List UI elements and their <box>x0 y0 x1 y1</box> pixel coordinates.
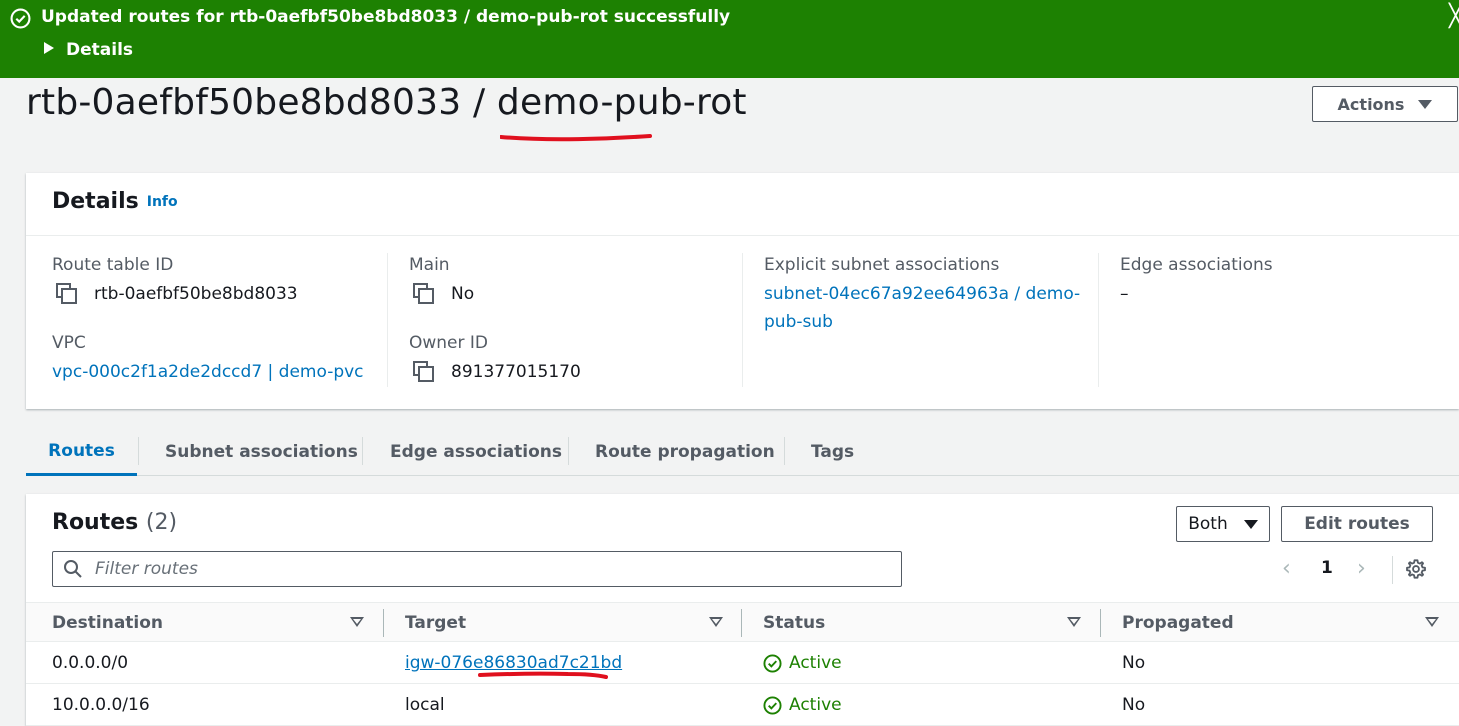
info-link[interactable]: Info <box>147 194 178 210</box>
flash-message: Updated routes for rtb-0aefbf50be8bd8033… <box>41 7 731 27</box>
success-flash-banner: Updated routes for rtb-0aefbf50be8bd8033… <box>0 0 1459 78</box>
routes-title: Routes (2) <box>52 510 177 535</box>
status-text: Active <box>789 653 842 673</box>
tab-divider <box>138 437 139 465</box>
pager-divider <box>1392 556 1393 584</box>
tab-edge-associations[interactable]: Edge associations <box>390 428 562 476</box>
main-label: Main <box>409 255 450 275</box>
column-divider <box>742 253 743 387</box>
sort-caret-icon[interactable] <box>1425 617 1439 627</box>
page-title: rtb-0aefbf50be8bd8033 / demo-pub-rot <box>26 82 747 123</box>
sort-caret-icon[interactable] <box>350 617 364 627</box>
close-icon[interactable]: ╳ <box>1449 6 1459 28</box>
column-resizer[interactable] <box>741 609 742 637</box>
check-circle-icon <box>10 8 31 29</box>
owner-id-label: Owner ID <box>409 333 489 353</box>
search-input[interactable] <box>95 556 885 582</box>
caret-down-icon <box>1243 519 1258 529</box>
copy-icon[interactable] <box>413 283 435 305</box>
route-filter-select[interactable]: Both <box>1176 506 1270 542</box>
check-circle-icon <box>763 653 782 673</box>
search-icon <box>64 560 82 578</box>
chevron-right-icon[interactable]: › <box>1357 558 1366 580</box>
check-circle-icon <box>763 695 782 715</box>
tab-divider <box>362 437 363 465</box>
propagated-cell: No <box>1122 653 1146 673</box>
main-value: No <box>451 284 475 304</box>
flash-details-label: Details <box>66 40 134 60</box>
destination-cell: 10.0.0.0/16 <box>52 695 150 715</box>
explicit-subnet-label: Explicit subnet associations <box>764 255 1000 275</box>
sort-caret-icon[interactable] <box>709 617 723 627</box>
actions-label: Actions <box>1337 94 1405 114</box>
routes-panel: Routes (2) Both Edit routes ‹ 1 › Destin… <box>26 494 1459 726</box>
details-header: Details Info <box>26 173 1459 236</box>
column-header-propagated[interactable]: Propagated <box>1122 603 1234 643</box>
filter-routes-field[interactable] <box>52 551 902 587</box>
column-resizer[interactable] <box>383 609 384 637</box>
target-cell: local <box>405 695 445 715</box>
column-divider <box>1098 253 1099 387</box>
tab-divider <box>568 437 569 465</box>
red-underline-annotation <box>500 134 652 142</box>
gear-icon[interactable] <box>1405 558 1427 580</box>
tab-tags[interactable]: Tags <box>811 428 854 476</box>
table-row: 0.0.0.0/0 igw-076e86830ad7c21bd Active N… <box>26 642 1459 684</box>
page-number[interactable]: 1 <box>1321 558 1333 578</box>
routes-title-text: Routes <box>52 510 139 535</box>
explicit-subnet-link-cont[interactable]: pub-sub <box>764 312 833 332</box>
red-underline-annotation <box>478 671 608 679</box>
details-title-text: Details <box>52 189 139 214</box>
chevron-left-icon[interactable]: ‹ <box>1282 558 1291 580</box>
owner-id-value: 891377015170 <box>451 362 581 382</box>
column-header-status[interactable]: Status <box>763 603 825 643</box>
copy-icon[interactable] <box>413 361 435 383</box>
destination-cell: 0.0.0.0/0 <box>52 653 129 673</box>
copy-icon[interactable] <box>56 283 78 305</box>
column-header-destination[interactable]: Destination <box>52 603 163 643</box>
caret-down-icon <box>1418 99 1433 109</box>
vpc-label: VPC <box>52 333 86 353</box>
routes-count: (2) <box>145 510 178 535</box>
table-row: 10.0.0.0/16 local Active No <box>26 684 1459 726</box>
tab-route-propagation[interactable]: Route propagation <box>595 428 775 476</box>
propagated-cell: No <box>1122 695 1146 715</box>
edit-routes-button[interactable]: Edit routes <box>1281 506 1433 542</box>
sort-caret-icon[interactable] <box>1067 617 1081 627</box>
routes-table-header: Destination Target Status Propagated <box>26 602 1459 642</box>
flash-details-toggle[interactable]: Details <box>44 40 133 60</box>
column-divider <box>387 253 388 387</box>
tab-bar: Routes Subnet associations Edge associat… <box>26 428 1459 476</box>
column-header-target[interactable]: Target <box>405 603 466 643</box>
route-table-id-label: Route table ID <box>52 255 174 275</box>
column-resizer[interactable] <box>1100 609 1101 637</box>
status-cell: Active <box>763 684 842 726</box>
explicit-subnet-link[interactable]: subnet-04ec67a92ee64963a / demo- <box>764 284 1080 304</box>
tab-divider <box>784 437 785 465</box>
details-title: Details Info <box>52 189 178 214</box>
edge-associations-value: – <box>1120 284 1129 304</box>
status-cell: Active <box>763 642 842 684</box>
tab-subnet-associations[interactable]: Subnet associations <box>165 428 358 476</box>
edge-associations-label: Edge associations <box>1120 255 1273 275</box>
actions-button[interactable]: Actions <box>1312 86 1458 122</box>
route-filter-value: Both <box>1188 514 1228 534</box>
details-panel: Details Info Route table ID rtb-0aefbf50b… <box>26 173 1459 409</box>
vpc-link[interactable]: vpc-000c2f1a2de2dccd7 | demo-pvc <box>52 362 364 382</box>
tab-routes[interactable]: Routes <box>26 428 137 476</box>
route-table-id-value: rtb-0aefbf50be8bd8033 <box>94 284 298 304</box>
caret-right-icon <box>44 42 54 54</box>
status-text: Active <box>789 695 842 715</box>
